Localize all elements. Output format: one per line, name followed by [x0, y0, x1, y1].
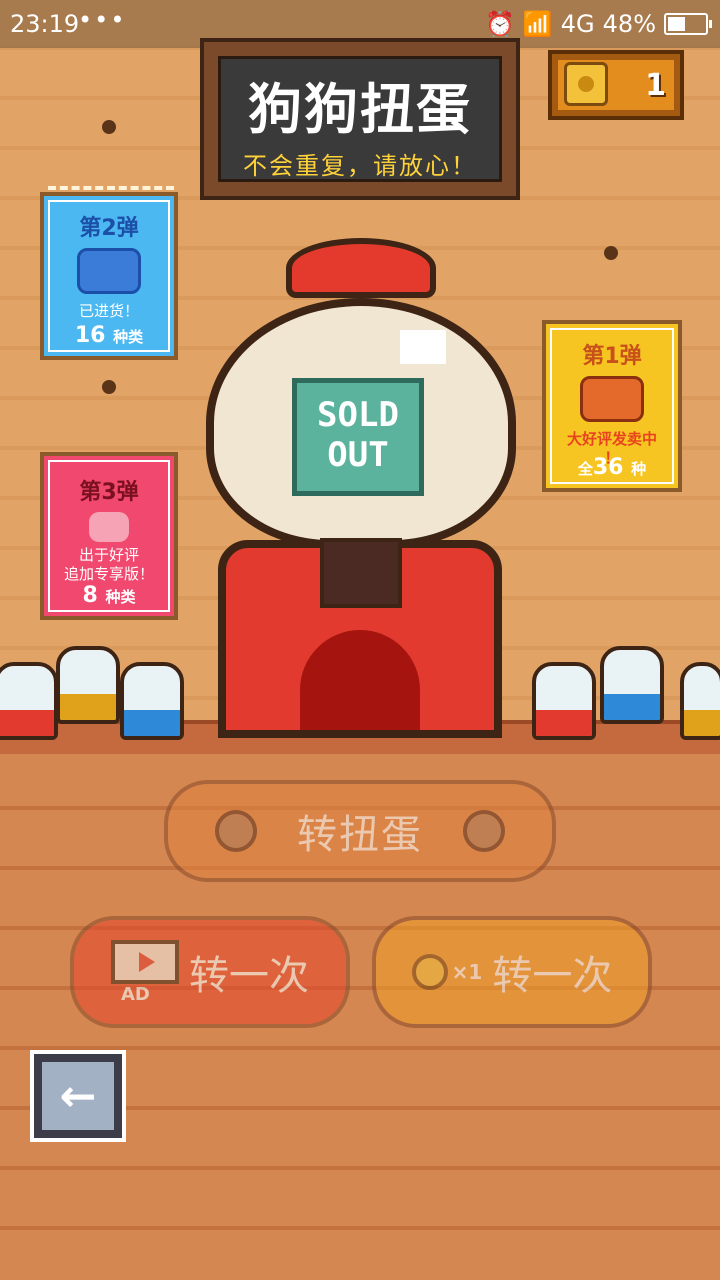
spin-once-ad-label: 转一次 [189, 953, 309, 999]
spin-once-ad-button[interactable]: AD 转一次 [70, 916, 350, 1028]
coin-count: 1 [645, 68, 666, 103]
spin-gacha-button[interactable]: 转扭蛋 [164, 780, 556, 882]
wifi-icon: 📶 [522, 10, 553, 38]
ad-badge: AD [121, 984, 150, 1005]
poster-count: 全36 种 [577, 455, 647, 480]
capsule-blue [120, 662, 184, 740]
nail-icon [102, 120, 116, 134]
poster-series-2[interactable]: 第2弹 已进货！ 16 种类 [40, 192, 178, 360]
status-icons: ⏰ 📶 4G 48% [485, 10, 712, 38]
battery-icon [664, 13, 712, 35]
nail-icon [604, 246, 618, 260]
coin-icon [564, 62, 608, 106]
back-button[interactable]: ← [30, 1050, 126, 1142]
sold-out-line1: SOLD [317, 395, 399, 435]
poster-series-1[interactable]: 第1弹 大好评发卖中！ 全36 种 [542, 320, 682, 492]
poster-string [48, 186, 174, 190]
nail-icon [102, 380, 116, 394]
capsule-blue [600, 646, 664, 724]
left-arrow-icon: ← [59, 1070, 97, 1122]
poster-series-3[interactable]: 第3弹 出于好评 追加专享版！ 8 种类 [40, 452, 178, 620]
capsule-red [0, 662, 58, 740]
knob-icon [215, 810, 257, 852]
capsule-red [532, 662, 596, 740]
spin-gacha-label: 转扭蛋 [297, 812, 423, 858]
sold-out-line2: OUT [327, 435, 389, 475]
game-title: 狗狗扭蛋 [248, 78, 472, 141]
spin-once-coin-button[interactable]: ×1 转一次 [372, 916, 652, 1028]
video-ad-icon: AD [111, 940, 181, 1005]
battery-percent: 48% [602, 10, 656, 38]
capsule-yellow [56, 646, 120, 724]
globe-shine [400, 330, 446, 364]
game-subtitle: 不会重复，请放心！ [243, 152, 477, 180]
sold-out-sign: SOLD OUT [292, 378, 424, 496]
coin-slot [320, 538, 402, 608]
status-time: 23:19 [10, 10, 80, 38]
title-board: 狗狗扭蛋 不会重复，请放心！ [200, 38, 520, 200]
coin-multiplier: ×1 [451, 960, 483, 984]
coin-counter: 1 [548, 50, 684, 120]
poster-count: 8 种类 [82, 583, 136, 608]
more-dots-icon: ••• [78, 6, 127, 34]
alarm-icon: ⏰ [485, 10, 515, 38]
coin-icon [411, 954, 448, 990]
network-type: 4G [560, 10, 595, 38]
machine-cap [286, 238, 436, 298]
knob-icon [463, 810, 505, 852]
poster-count: 16 种类 [74, 323, 144, 348]
spin-once-coin-label: 转一次 [492, 953, 613, 999]
capsule-yellow [680, 662, 720, 740]
